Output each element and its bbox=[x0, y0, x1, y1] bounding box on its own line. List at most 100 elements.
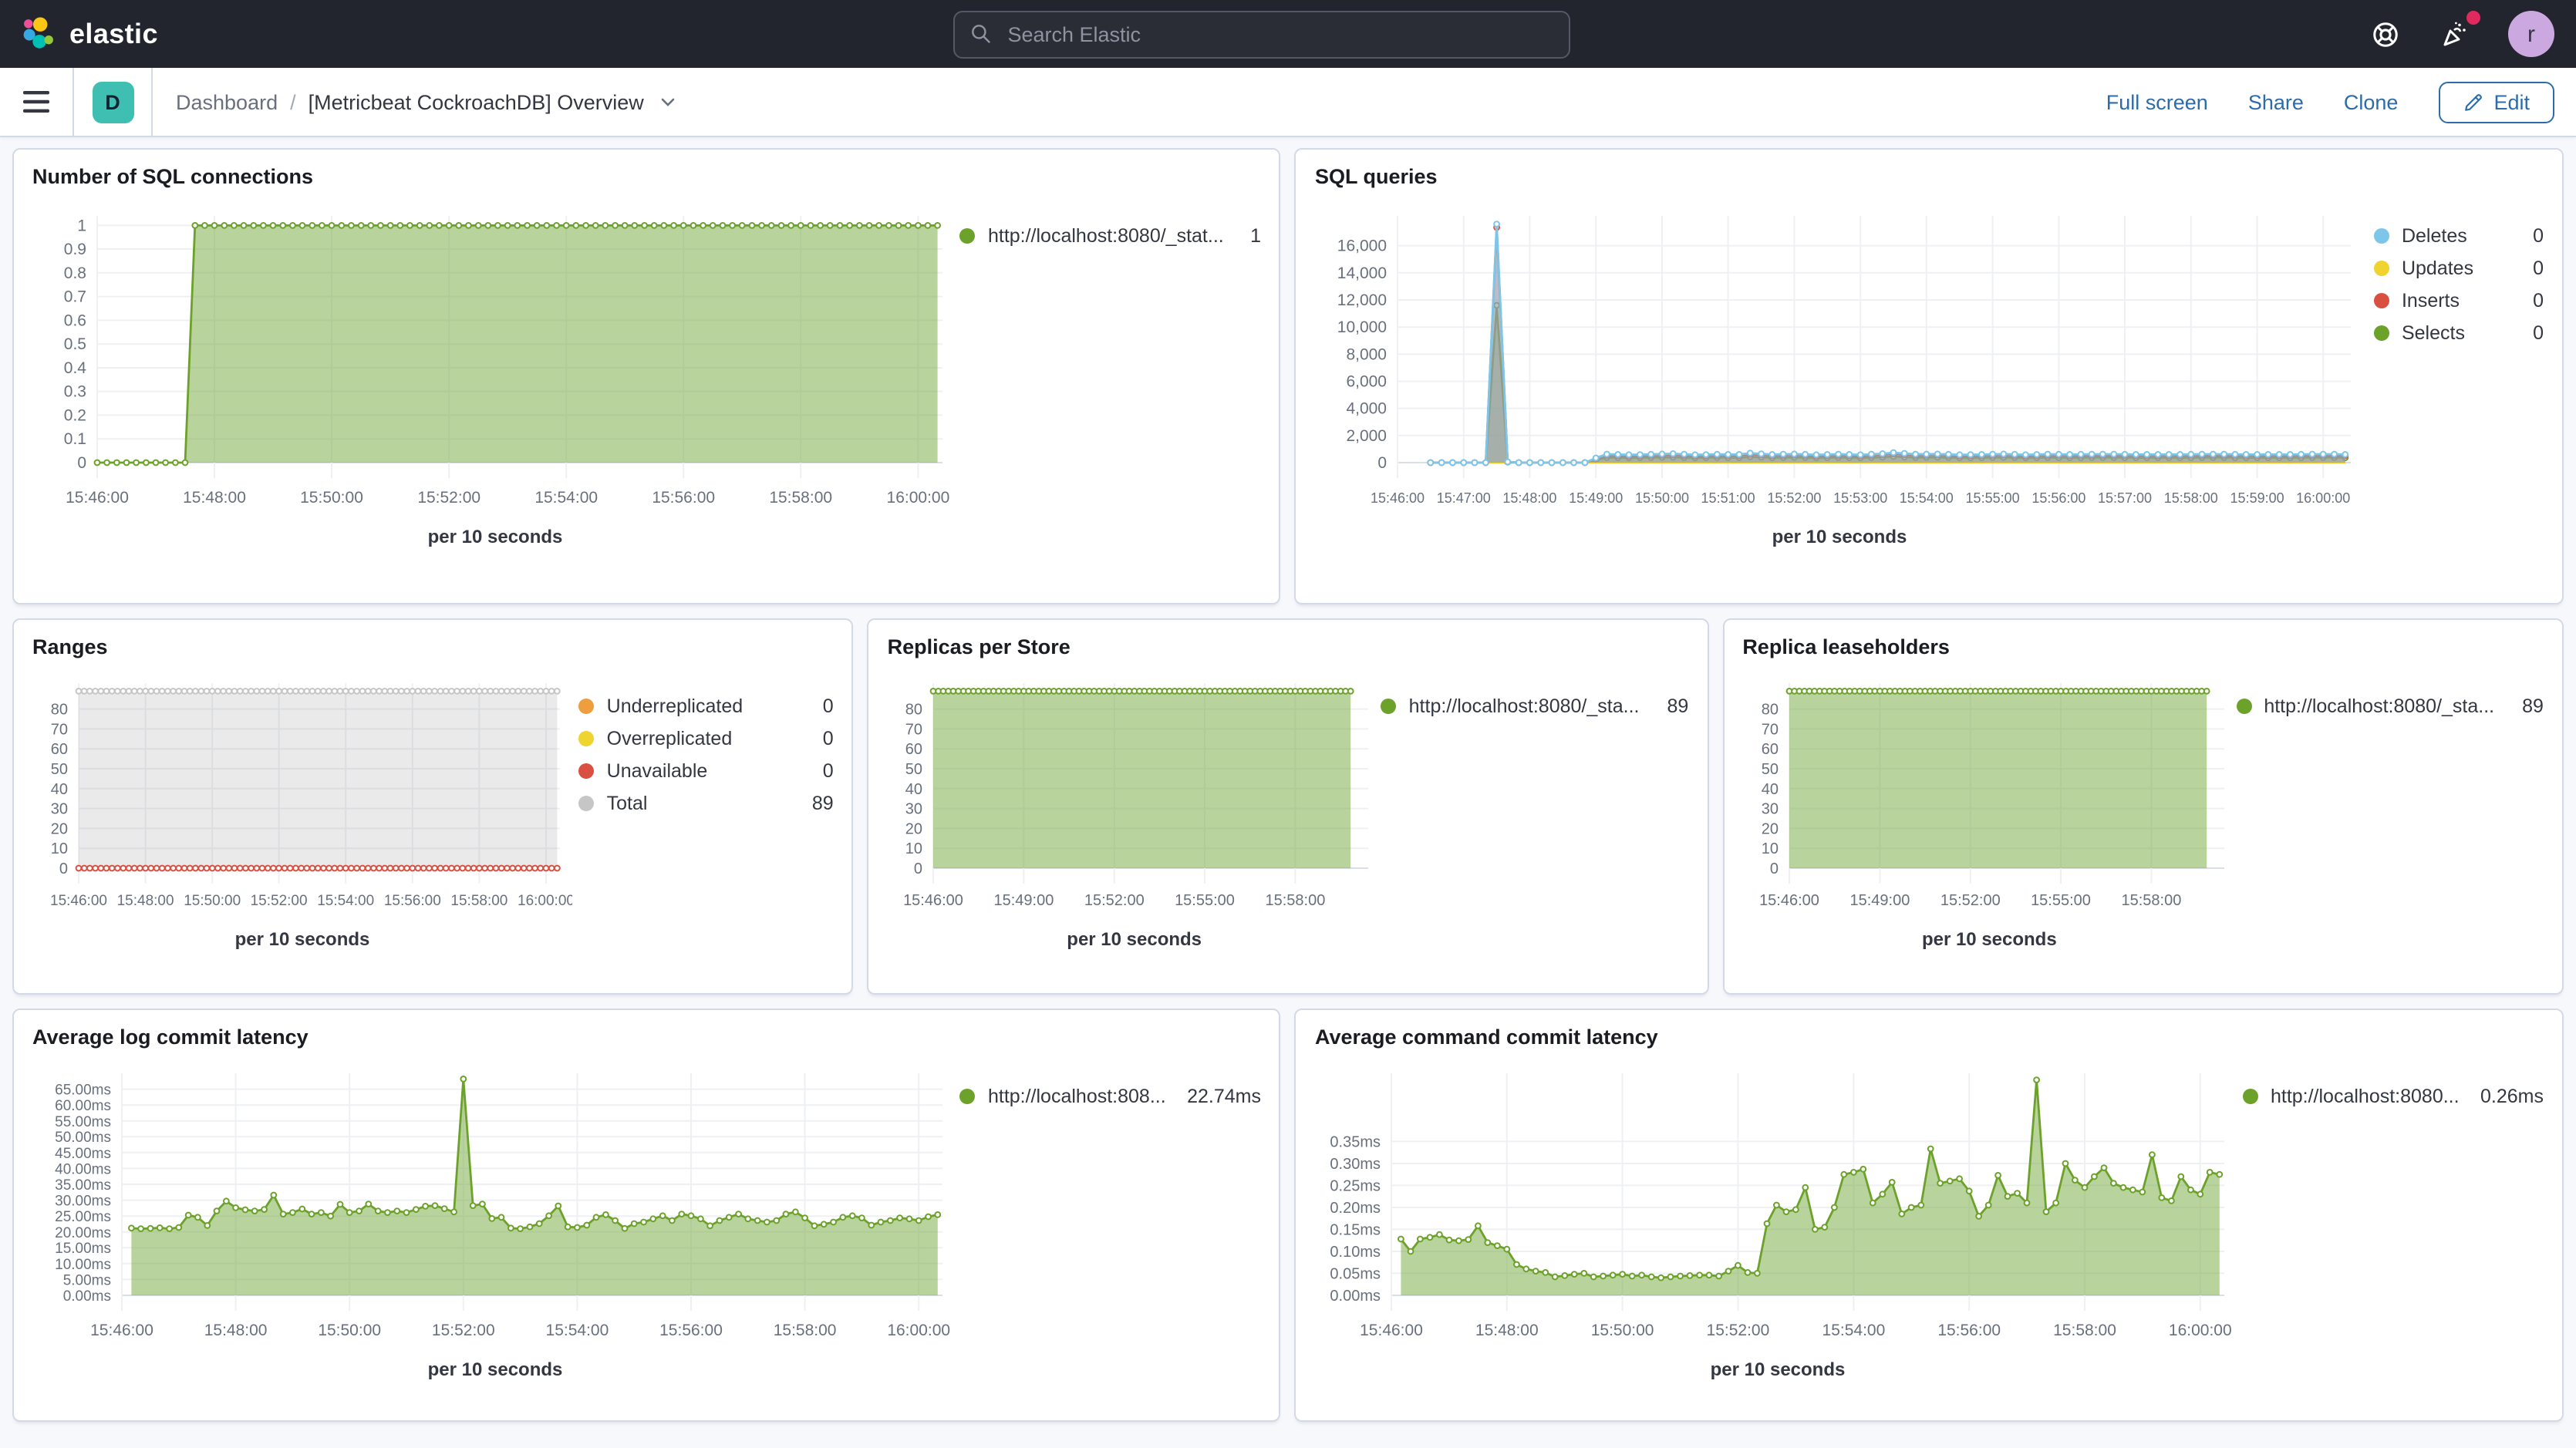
legend-item[interactable]: http://localhost:808...22.74ms bbox=[960, 1086, 1261, 1107]
chart-canvas[interactable]: 0102030405060708015:46:0015:48:0015:50:0… bbox=[32, 671, 572, 918]
help-button[interactable] bbox=[2366, 15, 2403, 52]
search-icon bbox=[970, 23, 992, 45]
panel-title: SQL queries bbox=[1315, 165, 2544, 188]
legend-label: http://localhost:808... bbox=[988, 1086, 1166, 1107]
svg-text:0.05ms: 0.05ms bbox=[1330, 1265, 1381, 1282]
svg-text:0.8: 0.8 bbox=[64, 264, 86, 282]
svg-text:14,000: 14,000 bbox=[1338, 264, 1387, 282]
svg-text:15:47:00: 15:47:00 bbox=[1438, 490, 1492, 506]
avatar-initial: r bbox=[2527, 21, 2535, 47]
x-axis-unit-label: per 10 seconds bbox=[1742, 928, 2236, 950]
svg-text:0.30ms: 0.30ms bbox=[1330, 1156, 1381, 1173]
svg-text:0.6: 0.6 bbox=[64, 311, 86, 329]
svg-text:15:52:00: 15:52:00 bbox=[1940, 892, 2000, 909]
legend-item[interactable]: Underreplicated0 bbox=[579, 695, 834, 717]
legend-item[interactable]: http://localhost:8080/_sta...89 bbox=[2236, 695, 2544, 717]
svg-text:0.7: 0.7 bbox=[64, 288, 86, 306]
svg-text:4,000: 4,000 bbox=[1347, 400, 1387, 418]
search-input[interactable] bbox=[1004, 21, 1553, 47]
svg-text:15:52:00: 15:52:00 bbox=[1768, 490, 1822, 506]
svg-text:40: 40 bbox=[51, 781, 68, 798]
svg-text:16:00:00: 16:00:00 bbox=[2170, 1322, 2233, 1339]
chart-canvas[interactable]: 00.10.20.30.40.50.60.70.80.9115:46:0015:… bbox=[32, 200, 958, 515]
svg-text:70: 70 bbox=[905, 721, 922, 738]
chart-canvas[interactable]: 02,0004,0006,0008,00010,00012,00014,0001… bbox=[1315, 200, 2364, 515]
svg-text:15:48:00: 15:48:00 bbox=[1503, 490, 1557, 506]
legend-item[interactable]: Deletes0 bbox=[2374, 225, 2544, 247]
panel-sql-queries: SQL queries 02,0004,0006,0008,00010,0001… bbox=[1295, 148, 2564, 604]
panel-replicas-per-store: Replicas per Store 0102030405060708015:4… bbox=[868, 618, 1709, 995]
legend-label: Inserts bbox=[2402, 290, 2460, 311]
chevron-down-icon[interactable] bbox=[659, 93, 678, 111]
legend-item[interactable]: Overreplicated0 bbox=[579, 728, 834, 749]
elastic-logo[interactable]: elastic bbox=[22, 17, 158, 51]
x-axis-unit-label: per 10 seconds bbox=[32, 526, 958, 547]
svg-text:30.00ms: 30.00ms bbox=[55, 1194, 111, 1210]
legend-item[interactable]: Inserts0 bbox=[2374, 290, 2544, 311]
legend-item[interactable]: http://localhost:8080/_sta...89 bbox=[1381, 695, 1689, 717]
svg-text:80: 80 bbox=[51, 702, 68, 719]
svg-text:10,000: 10,000 bbox=[1338, 318, 1387, 336]
chart-legend: http://localhost:8080/_sta...89 bbox=[1381, 671, 1689, 728]
replicas-per-store-chart: 0102030405060708015:46:0015:49:0015:52:0… bbox=[888, 671, 1381, 925]
user-avatar[interactable]: r bbox=[2508, 11, 2554, 57]
svg-text:15:49:00: 15:49:00 bbox=[1570, 490, 1623, 506]
svg-text:15:58:00: 15:58:00 bbox=[769, 489, 832, 507]
clone-button[interactable]: Clone bbox=[2344, 90, 2399, 113]
chart-canvas[interactable]: 0.00ms5.00ms10.00ms15.00ms20.00ms25.00ms… bbox=[32, 1061, 958, 1348]
svg-text:15:46:00: 15:46:00 bbox=[1758, 892, 1819, 909]
panel-ranges: Ranges 0102030405060708015:46:0015:48:00… bbox=[12, 618, 854, 995]
svg-text:15:54:00: 15:54:00 bbox=[1822, 1322, 1886, 1339]
legend-swatch bbox=[960, 228, 976, 244]
svg-text:15:57:00: 15:57:00 bbox=[2099, 490, 2153, 506]
legend-swatch bbox=[2374, 293, 2389, 308]
chart-canvas[interactable]: 0102030405060708015:46:0015:49:0015:52:0… bbox=[888, 671, 1381, 918]
breadcrumb-dashboard[interactable]: Dashboard bbox=[176, 90, 278, 113]
svg-text:15:58:00: 15:58:00 bbox=[450, 893, 507, 909]
legend-label: http://localhost:8080/_stat... bbox=[988, 225, 1224, 247]
avg-log-commit-latency-chart: 0.00ms5.00ms10.00ms15.00ms20.00ms25.00ms… bbox=[32, 1061, 958, 1355]
legend-item[interactable]: Total89 bbox=[579, 793, 834, 814]
edit-button[interactable]: Edit bbox=[2438, 81, 2554, 123]
svg-text:15:52:00: 15:52:00 bbox=[251, 893, 308, 909]
main-menu-button[interactable] bbox=[0, 68, 74, 136]
legend-label: http://localhost:8080... bbox=[2271, 1086, 2460, 1107]
sql-queries-chart: 02,0004,0006,0008,00010,00012,00014,0001… bbox=[1315, 200, 2364, 523]
svg-text:0.9: 0.9 bbox=[64, 241, 86, 258]
party-popper-icon bbox=[2440, 19, 2471, 49]
svg-text:15:58:00: 15:58:00 bbox=[2165, 490, 2219, 506]
legend-item[interactable]: Updates0 bbox=[2374, 258, 2544, 279]
svg-text:0.3: 0.3 bbox=[64, 383, 86, 401]
svg-text:20: 20 bbox=[905, 820, 922, 837]
svg-text:0: 0 bbox=[77, 454, 86, 472]
svg-text:15:46:00: 15:46:00 bbox=[66, 489, 129, 507]
news-button[interactable] bbox=[2437, 15, 2474, 52]
svg-text:1: 1 bbox=[77, 217, 86, 234]
legend-item[interactable]: Selects0 bbox=[2374, 322, 2544, 344]
svg-text:15:50:00: 15:50:00 bbox=[300, 489, 363, 507]
chart-canvas[interactable]: 0102030405060708015:46:0015:49:0015:52:0… bbox=[1742, 671, 2236, 918]
x-axis-unit-label: per 10 seconds bbox=[32, 928, 572, 950]
share-button[interactable]: Share bbox=[2248, 90, 2304, 113]
svg-text:80: 80 bbox=[905, 702, 922, 719]
sql-connections-chart: 00.10.20.30.40.50.60.70.80.9115:46:0015:… bbox=[32, 200, 958, 523]
global-search[interactable] bbox=[953, 10, 1570, 58]
svg-text:15:54:00: 15:54:00 bbox=[534, 489, 598, 507]
legend-label: Deletes bbox=[2402, 225, 2467, 247]
svg-text:15:56:00: 15:56:00 bbox=[2032, 490, 2086, 506]
legend-swatch bbox=[2243, 1089, 2258, 1104]
full-screen-button[interactable]: Full screen bbox=[2106, 90, 2208, 113]
dashboard-toolbar: D Dashboard / [Metricbeat CockroachDB] O… bbox=[0, 68, 2576, 137]
svg-text:15:49:00: 15:49:00 bbox=[994, 892, 1054, 909]
legend-item[interactable]: http://localhost:8080...0.26ms bbox=[2243, 1086, 2544, 1107]
legend-item[interactable]: Unavailable0 bbox=[579, 760, 834, 782]
legend-item[interactable]: http://localhost:8080/_stat...1 bbox=[960, 225, 1261, 247]
svg-text:15:50:00: 15:50:00 bbox=[1592, 1322, 1655, 1339]
chart-legend: Underreplicated0 Overreplicated0 Unavailab… bbox=[579, 671, 834, 825]
legend-swatch bbox=[2374, 325, 2389, 341]
dashboard-app-badge[interactable]: D bbox=[92, 81, 133, 123]
svg-text:0.5: 0.5 bbox=[64, 335, 86, 353]
svg-text:50: 50 bbox=[1761, 761, 1778, 778]
svg-text:65.00ms: 65.00ms bbox=[55, 1083, 111, 1099]
chart-canvas[interactable]: 0.00ms0.05ms0.10ms0.15ms0.20ms0.25ms0.30… bbox=[1315, 1061, 2241, 1348]
